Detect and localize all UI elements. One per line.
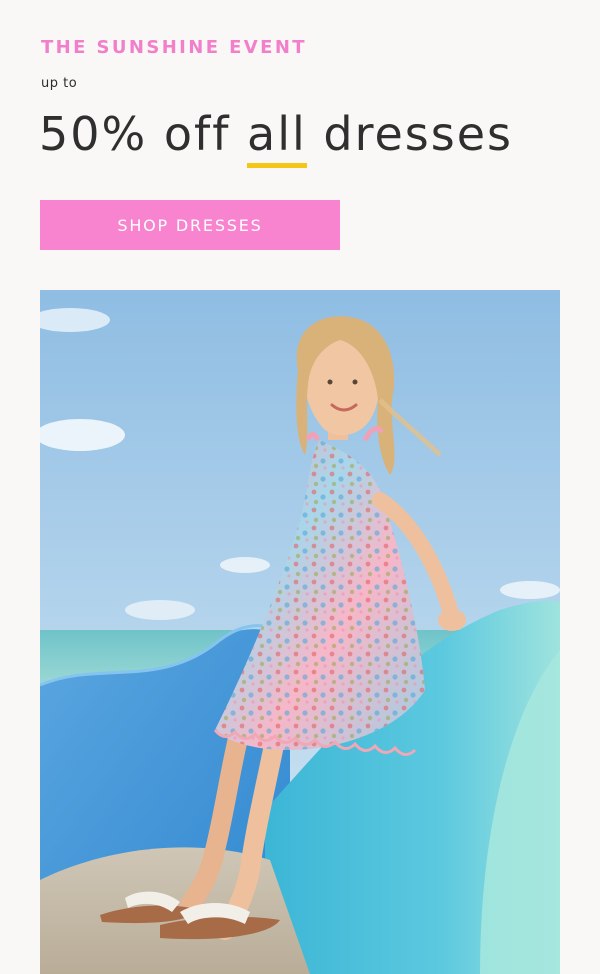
discount-prefix: up to — [41, 76, 78, 91]
headline-amount: 50% off — [39, 107, 248, 161]
promo-headline: 50% off all dresses — [39, 104, 514, 168]
hero-image[interactable] — [40, 290, 560, 974]
headline-highlight: all — [247, 104, 307, 168]
hero-illustration — [40, 290, 560, 974]
event-title: THE SUNSHINE EVENT — [41, 37, 307, 58]
shop-dresses-button[interactable]: SHOP DRESSES — [40, 200, 340, 250]
headline-product: dresses — [306, 107, 514, 161]
email-page: THE SUNSHINE EVENT up to 50% off all dre… — [0, 0, 600, 974]
